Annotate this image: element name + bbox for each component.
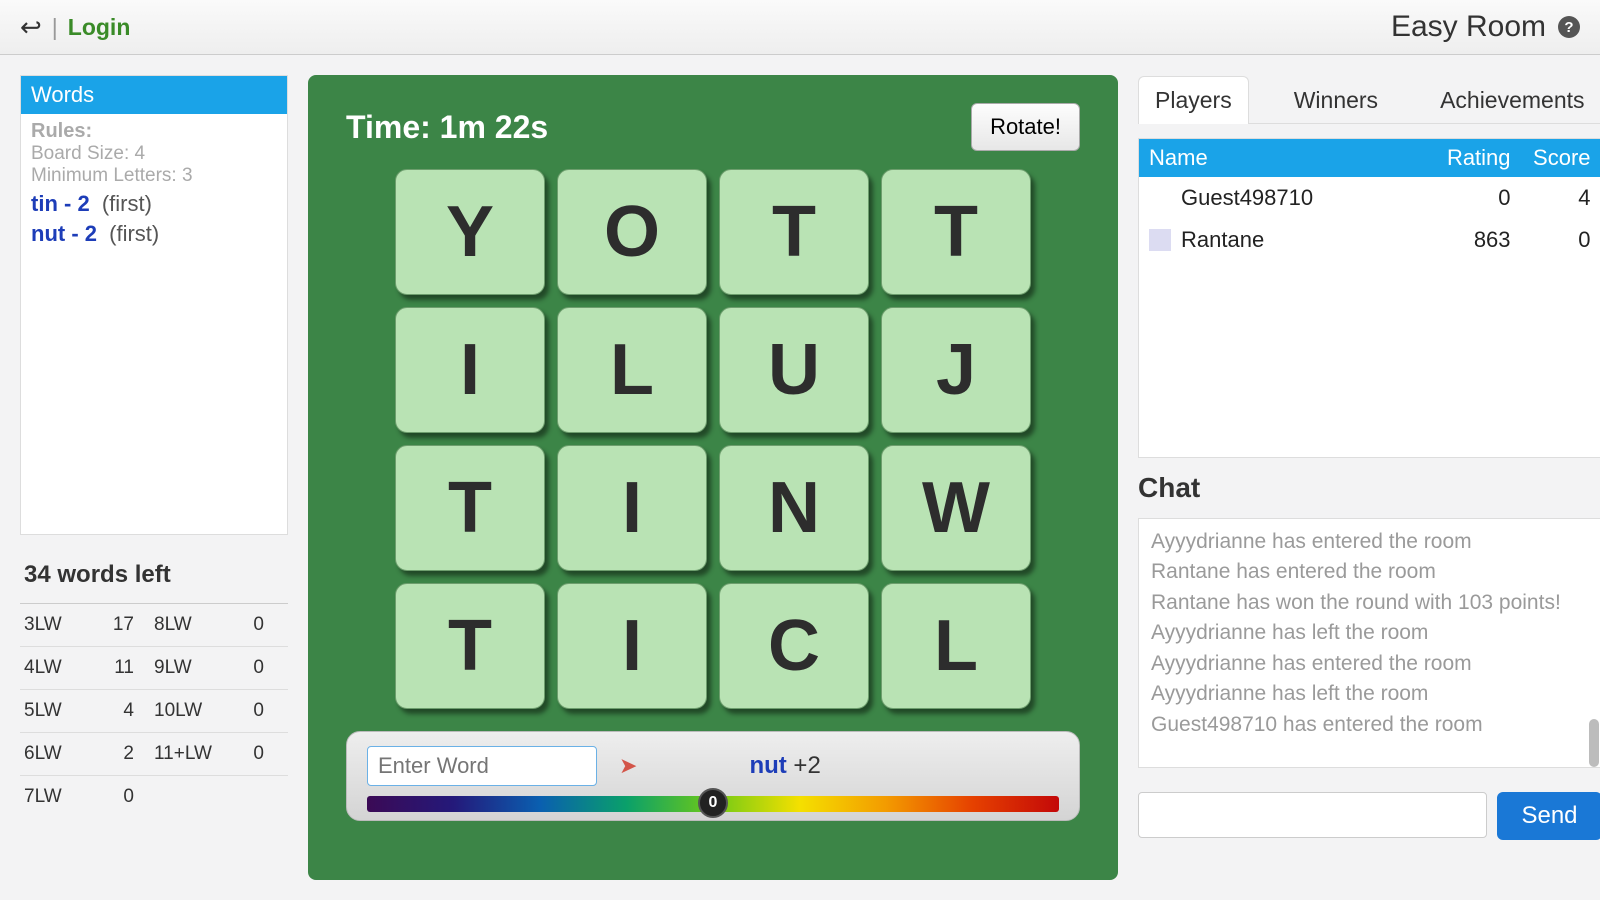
stats-row: 5LW410LW0 <box>20 690 288 733</box>
board-tile[interactable]: T <box>719 169 869 295</box>
chat-line: Rantane has entered the room <box>1151 557 1589 587</box>
chat-line: Rantane has won the round with 103 point… <box>1151 588 1589 618</box>
player-color-swatch <box>1149 229 1171 251</box>
stats-row: 7LW0 <box>20 776 288 818</box>
board-tile[interactable]: W <box>881 445 1031 571</box>
send-button[interactable]: Send <box>1497 792 1600 840</box>
game-board: Time: 1m 22s Rotate! YOTTILUJTINWTICL ➤ … <box>308 75 1118 880</box>
player-row: Rantane 863 0 <box>1139 219 1600 261</box>
chat-line: Ayyydrianne has entered the room <box>1151 527 1589 557</box>
stats-row: 4LW119LW0 <box>20 647 288 690</box>
spectrum-marker: 0 <box>698 788 728 818</box>
tab-players[interactable]: Players <box>1138 76 1249 124</box>
chat-line: Guest498710 has entered the room <box>1151 710 1589 740</box>
chat-header: Chat <box>1138 472 1600 504</box>
board-tile[interactable]: Y <box>395 169 545 295</box>
tile-grid: YOTTILUJTINWTICL <box>346 169 1080 709</box>
right-tabs: Players Winners Achievements <box>1138 75 1600 124</box>
board-tile[interactable]: I <box>395 307 545 433</box>
word-input[interactable] <box>367 746 597 786</box>
board-tile[interactable]: I <box>557 445 707 571</box>
board-tile[interactable]: L <box>557 307 707 433</box>
rule-board-size: Board Size: 4 <box>31 143 277 165</box>
login-link[interactable]: Login <box>68 14 131 41</box>
words-panel: Words Rules: Board Size: 4 Minimum Lette… <box>20 75 288 535</box>
words-left-panel: 34 words left 3LW178LW0 4LW119LW0 5LW410… <box>20 555 288 818</box>
help-icon[interactable]: ? <box>1558 16 1580 38</box>
score-spectrum: 0 <box>367 796 1059 812</box>
chat-line: Ayyydrianne has entered the room <box>1151 649 1589 679</box>
board-tile[interactable]: L <box>881 583 1031 709</box>
chat-input[interactable] <box>1138 792 1487 838</box>
words-header: Words <box>21 76 287 114</box>
found-word: tin - 2 (first) <box>31 191 277 217</box>
stats-row: 6LW211+LW0 <box>20 733 288 776</box>
top-bar: ↪ | Login Easy Room ? <box>0 0 1600 55</box>
board-tile[interactable]: U <box>719 307 869 433</box>
last-word: nut +2 <box>749 752 820 780</box>
board-tile[interactable]: J <box>881 307 1031 433</box>
players-panel: Name Rating Score Guest498710 0 4 Rantan… <box>1138 138 1600 458</box>
rotate-button[interactable]: Rotate! <box>971 103 1080 151</box>
divider: | <box>52 14 58 41</box>
chat-line: Ayyydrianne has left the room <box>1151 618 1589 648</box>
entry-bar: ➤ nut +2 0 <box>346 731 1080 821</box>
words-left-header: 34 words left <box>20 555 288 604</box>
submit-arrow-icon[interactable]: ➤ <box>619 753 637 779</box>
board-tile[interactable]: T <box>395 445 545 571</box>
tab-achievements[interactable]: Achievements <box>1423 76 1600 124</box>
room-title: Easy Room <box>1391 10 1546 44</box>
board-tile[interactable]: C <box>719 583 869 709</box>
board-tile[interactable]: N <box>719 445 869 571</box>
chat-log[interactable]: Ayyydrianne has entered the roomRantane … <box>1138 518 1600 768</box>
found-word: nut - 2 (first) <box>31 221 277 247</box>
rule-min-letters: Minimum Letters: 3 <box>31 165 277 187</box>
board-tile[interactable]: T <box>881 169 1031 295</box>
tab-winners[interactable]: Winners <box>1277 76 1395 124</box>
board-tile[interactable]: T <box>395 583 545 709</box>
back-icon[interactable]: ↪ <box>20 12 42 43</box>
rules-label: Rules: <box>31 120 277 143</box>
time-label: Time: 1m 22s <box>346 109 548 146</box>
stats-row: 3LW178LW0 <box>20 604 288 647</box>
players-header: Name Rating Score <box>1139 139 1600 177</box>
board-tile[interactable]: I <box>557 583 707 709</box>
scrollbar-thumb[interactable] <box>1589 719 1599 767</box>
board-tile[interactable]: O <box>557 169 707 295</box>
chat-line: Ayyydrianne has left the room <box>1151 679 1589 709</box>
player-row: Guest498710 0 4 <box>1139 177 1600 219</box>
